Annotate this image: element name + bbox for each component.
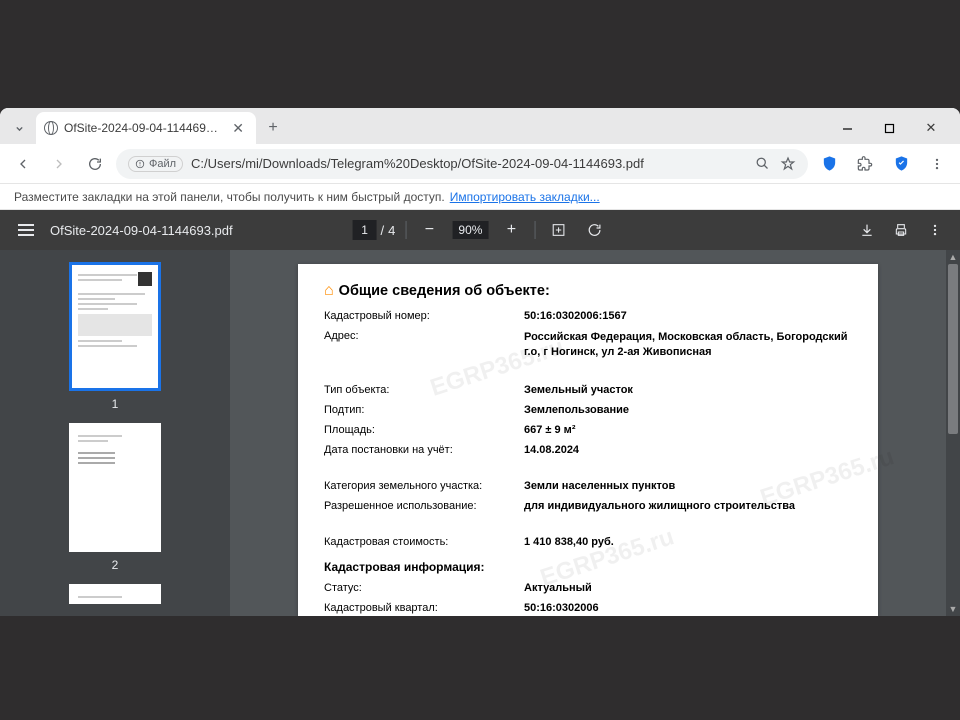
field-row: Статус:Актуальный (324, 582, 852, 594)
pdf-toolbar: OfSite-2024-09-04-1144693.pdf / 4 − 90% … (0, 210, 960, 250)
thumbnail-label: 2 (112, 558, 119, 572)
scroll-down-button[interactable]: ▼ (946, 602, 960, 616)
field-row: Кадастровый квартал:50:16:0302006 (324, 602, 852, 614)
security-check-icon[interactable] (886, 149, 916, 179)
window-close-button[interactable]: ✕ (914, 115, 948, 141)
house-icon: ⌂ (324, 282, 334, 300)
thumbnail-panel[interactable]: 1 2 (0, 250, 230, 616)
field-label: Кадастровый номер: (324, 310, 524, 322)
bookmark-star-icon[interactable] (780, 156, 796, 172)
pdf-menu-button[interactable] (922, 217, 948, 243)
pdf-filename: OfSite-2024-09-04-1144693.pdf (50, 223, 233, 238)
field-label: Адрес: (324, 330, 524, 360)
reload-button[interactable] (80, 149, 110, 179)
scrollbar-vertical[interactable]: ▲ ▼ (946, 250, 960, 616)
zoom-indicator-icon[interactable] (755, 156, 770, 171)
field-label: Разрешенное использование: (324, 500, 524, 512)
globe-icon (44, 121, 58, 135)
import-bookmarks-link[interactable]: Импортировать закладки... (450, 190, 600, 204)
bookmark-hint: Разместите закладки на этой панели, чтоб… (14, 190, 445, 204)
page-indicator: / 4 (353, 220, 396, 240)
field-value: Землепользование (524, 404, 852, 416)
field-value: Земельный участок (524, 384, 852, 396)
browser-tab-active[interactable]: OfSite-2024-09-04-1144693.pd… ✕ (36, 112, 256, 144)
pdf-page-area[interactable]: EGRP365.ru EGRP365.ru EGRP365.ru ⌂Общие … (230, 250, 946, 616)
field-row: Адрес:Российская Федерация, Московская о… (324, 330, 852, 360)
extensions-icon[interactable] (850, 149, 880, 179)
doc-section-title: ⌂Общие сведения об объекте: (324, 282, 852, 300)
tab-search-button[interactable] (6, 115, 32, 141)
scroll-up-button[interactable]: ▲ (946, 250, 960, 264)
zoom-out-button[interactable]: − (416, 217, 442, 243)
field-row: Кадастровый номер:50:16:0302006:1567 (324, 310, 852, 322)
window-maximize-button[interactable] (872, 115, 906, 141)
field-value: 1 410 838,40 руб. (524, 536, 852, 548)
field-value: 14.08.2024 (524, 444, 852, 456)
back-button[interactable] (8, 149, 38, 179)
page-number-input[interactable] (353, 220, 377, 240)
pdf-page-content: EGRP365.ru EGRP365.ru EGRP365.ru ⌂Общие … (298, 264, 878, 616)
field-value: Земли населенных пунктов (524, 480, 852, 492)
field-label: Статус: (324, 582, 524, 594)
pdf-sidebar-toggle[interactable] (12, 218, 40, 242)
thumbnail-page-2[interactable] (69, 423, 161, 552)
shield-icon[interactable] (814, 149, 844, 179)
field-value: 667 ± 9 м² (524, 424, 852, 436)
field-label: Дата постановки на учёт: (324, 444, 524, 456)
field-row: Кадастровая стоимость:1 410 838,40 руб. (324, 536, 852, 548)
zoom-level[interactable]: 90% (452, 221, 488, 239)
tab-title: OfSite-2024-09-04-1144693.pd… (64, 121, 222, 135)
field-row: Разрешенное использование:для индивидуал… (324, 500, 852, 512)
browser-tabstrip: OfSite-2024-09-04-1144693.pd… ✕ + ✕ (0, 108, 960, 144)
field-label: Категория земельного участка: (324, 480, 524, 492)
window-minimize-button[interactable] (830, 115, 864, 141)
new-tab-button[interactable]: + (260, 115, 286, 141)
zoom-in-button[interactable]: + (498, 217, 524, 243)
field-row: Подтип:Землепользование (324, 404, 852, 416)
field-label: Подтип: (324, 404, 524, 416)
browser-menu-button[interactable] (922, 149, 952, 179)
scrollbar-thumb[interactable] (948, 264, 958, 434)
pdf-viewer: 1 2 EGRP365.ru EGRP365.ru EGRP365.ru ⌂Об… (0, 250, 960, 616)
omnibox[interactable]: Файл C:/Users/mi/Downloads/Telegram%20De… (116, 149, 808, 179)
address-bar: Файл C:/Users/mi/Downloads/Telegram%20De… (0, 144, 960, 184)
field-label: Кадастровая стоимость: (324, 536, 524, 548)
fit-page-button[interactable] (545, 217, 571, 243)
field-row: Площадь:667 ± 9 м² (324, 424, 852, 436)
bookmarks-bar: Разместите закладки на этой панели, чтоб… (0, 184, 960, 210)
url-text: C:/Users/mi/Downloads/Telegram%20Desktop… (191, 156, 644, 171)
field-row: Дата постановки на учёт:14.08.2024 (324, 444, 852, 456)
field-value: Актуальный (524, 582, 852, 594)
thumbnail-page-1[interactable] (69, 262, 161, 391)
field-row: Категория земельного участка:Земли насел… (324, 480, 852, 492)
field-value: 50:16:0302006:1567 (524, 310, 852, 322)
download-button[interactable] (854, 217, 880, 243)
field-label: Площадь: (324, 424, 524, 436)
forward-button[interactable] (44, 149, 74, 179)
doc-subsection-title: Кадастровая информация: (324, 560, 852, 574)
print-button[interactable] (888, 217, 914, 243)
field-value: Российская Федерация, Московская область… (524, 330, 852, 360)
tab-close-button[interactable]: ✕ (228, 120, 248, 137)
field-row: Тип объекта:Земельный участок (324, 384, 852, 396)
field-value: для индивидуального жилищного строительс… (524, 500, 852, 512)
file-origin-chip: Файл (128, 156, 183, 172)
thumbnail-label: 1 (112, 397, 119, 411)
rotate-button[interactable] (581, 217, 607, 243)
field-value: 50:16:0302006 (524, 602, 852, 614)
thumbnail-page-3[interactable] (69, 584, 161, 604)
field-label: Тип объекта: (324, 384, 524, 396)
field-label: Кадастровый квартал: (324, 602, 524, 614)
page-total: 4 (388, 223, 395, 238)
